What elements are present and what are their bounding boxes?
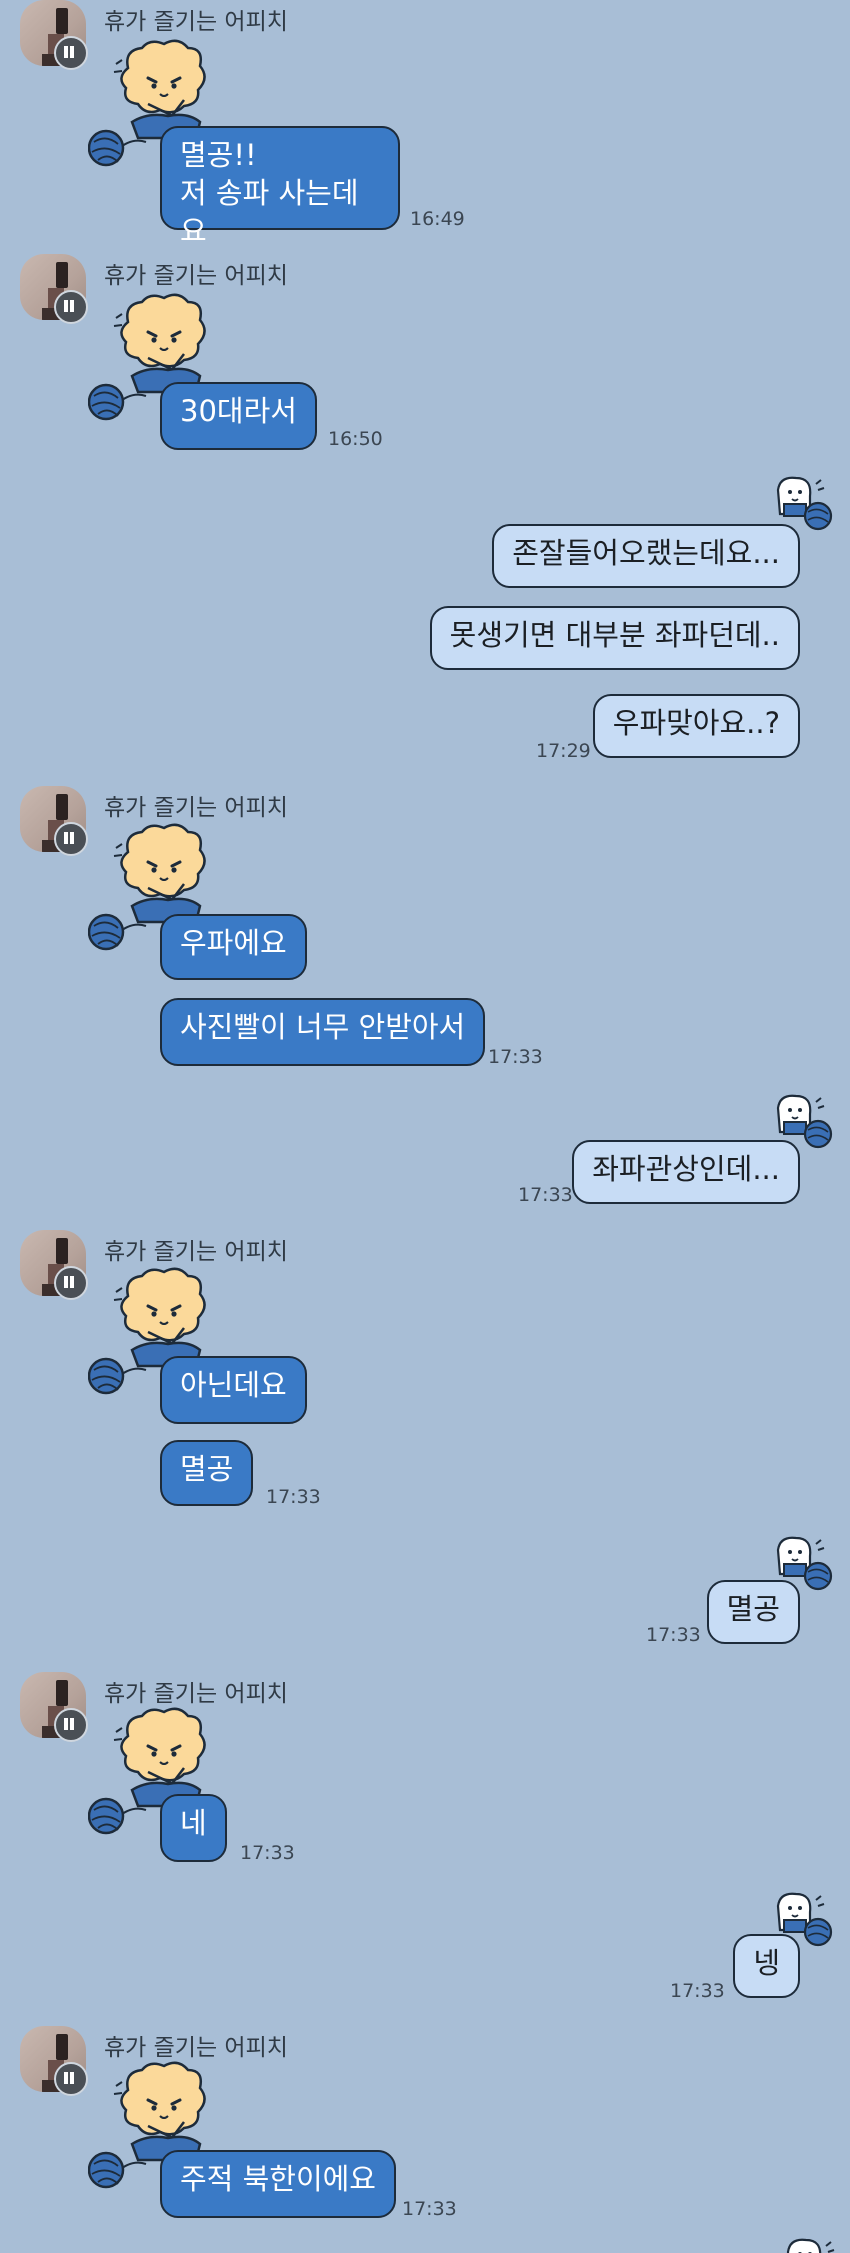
sender-name: 휴가 즐기는 어피치	[104, 263, 288, 289]
sender-name: 휴가 즐기는 어피치	[104, 1239, 288, 1265]
message-bubble[interactable]: 좌파관상인데...	[572, 1140, 800, 1204]
message-bubble[interactable]: 멸공!! 저 송파 사는데요	[160, 126, 400, 248]
message-bubble[interactable]: 멸공	[706, 1580, 800, 1644]
message-time: 17:33	[240, 1842, 295, 1864]
message-bubble[interactable]: 우파맞아요..?	[592, 694, 800, 758]
message-time: 17:33	[488, 1046, 543, 1068]
message-bubble[interactable]: 존잘들어오랬는데요...	[492, 524, 800, 588]
message-time: 17:33	[518, 1184, 573, 1206]
profile-badge-icon	[54, 1708, 88, 1742]
sender-name: 휴가 즐기는 어피치	[104, 2035, 288, 2061]
message-bubble[interactable]: 주적 북한이에요	[160, 2150, 396, 2218]
message-time: 17:33	[402, 2198, 457, 2220]
message-time: 17:29	[536, 740, 591, 762]
ghost-knitting-sticker	[780, 2238, 850, 2253]
message-time: 16:49	[410, 208, 465, 230]
profile-badge-icon	[54, 1266, 88, 1300]
message-bubble[interactable]: 아닌데요	[160, 1356, 307, 1424]
sender-name: 휴가 즐기는 어피치	[104, 795, 288, 821]
message-bubble[interactable]: 30대라서	[160, 382, 317, 450]
message-time: 17:33	[646, 1624, 701, 1646]
profile-badge-icon	[54, 36, 88, 70]
sender-name: 휴가 즐기는 어피치	[104, 1681, 288, 1707]
profile-badge-icon	[54, 2062, 88, 2096]
message-time: 16:50	[328, 428, 383, 450]
profile-badge-icon	[54, 290, 88, 324]
profile-badge-icon	[54, 822, 88, 856]
message-bubble[interactable]: 넹	[733, 1934, 800, 1998]
sender-name: 휴가 즐기는 어피치	[104, 9, 288, 35]
message-bubble[interactable]: 못생기면 대부분 좌파던데..	[429, 606, 800, 670]
message-time: 17:33	[670, 1980, 725, 2002]
message-bubble[interactable]: 사진빨이 너무 안받아서	[160, 998, 486, 1066]
message-bubble[interactable]: 멸공	[160, 1440, 254, 1506]
message-bubble[interactable]: 네	[160, 1794, 227, 1862]
message-time: 17:33	[266, 1486, 321, 1508]
message-bubble[interactable]: 우파에요	[160, 914, 307, 980]
